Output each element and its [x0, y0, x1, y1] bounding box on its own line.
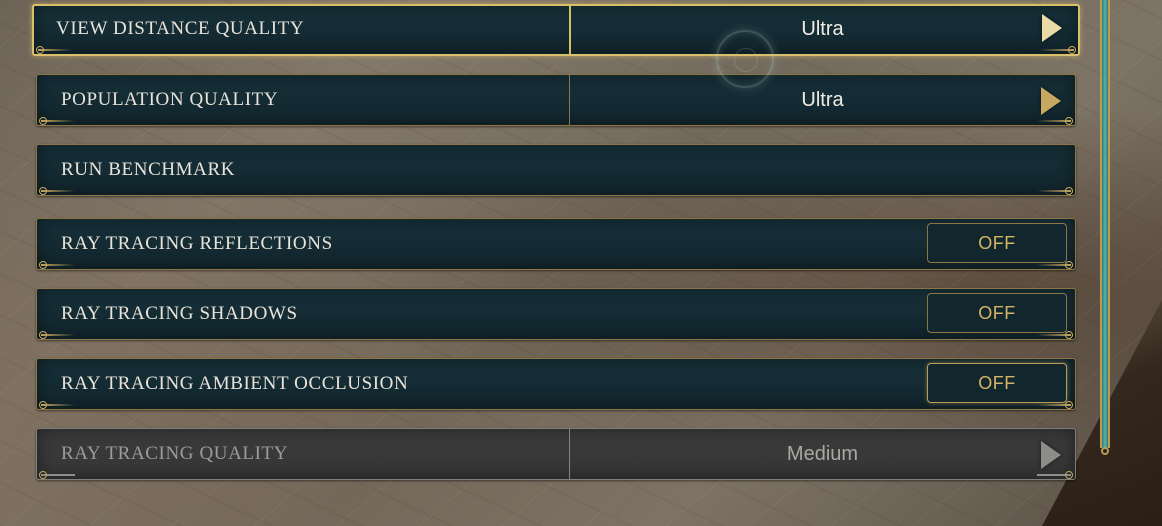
- setting-row-ray-tracing-quality: RAY TRACING QUALITY Medium: [36, 428, 1076, 480]
- toggle-switch[interactable]: OFF: [927, 223, 1067, 263]
- setting-row-ray-tracing-reflections[interactable]: RAY TRACING REFLECTIONS OFF: [36, 218, 1076, 270]
- chevron-right-icon[interactable]: [1041, 87, 1061, 115]
- ornament-right: [1037, 331, 1073, 339]
- scrollbar[interactable]: [1098, 0, 1112, 460]
- setting-label: RUN BENCHMARK: [61, 159, 236, 180]
- setting-row-ray-tracing-shadows[interactable]: RAY TRACING SHADOWS OFF: [36, 288, 1076, 340]
- setting-value: Ultra: [801, 18, 844, 40]
- ornament-left: [39, 187, 75, 195]
- setting-label: POPULATION QUALITY: [61, 89, 279, 110]
- setting-label: VIEW DISTANCE QUALITY: [56, 18, 305, 39]
- ornament-right: [1037, 471, 1073, 479]
- scrollbar-thumb[interactable]: [1100, 0, 1110, 448]
- setting-value: Ultra: [801, 89, 844, 111]
- ornament-right: [1037, 401, 1073, 409]
- setting-row-population-quality[interactable]: POPULATION QUALITY Ultra: [36, 74, 1076, 126]
- setting-row-ray-tracing-ambient-occlusion[interactable]: RAY TRACING AMBIENT OCCLUSION OFF: [36, 358, 1076, 410]
- ornament-right: [1037, 117, 1073, 125]
- setting-label: RAY TRACING SHADOWS: [61, 303, 298, 324]
- ornament-right: [1037, 261, 1073, 269]
- setting-label: RAY TRACING QUALITY: [61, 443, 289, 464]
- chevron-right-icon[interactable]: [1042, 14, 1062, 42]
- ornament-left: [39, 117, 75, 125]
- setting-label: RAY TRACING REFLECTIONS: [61, 233, 333, 254]
- setting-label: RAY TRACING AMBIENT OCCLUSION: [61, 373, 409, 394]
- ornament-left: [39, 401, 75, 409]
- ornament-right: [1037, 187, 1073, 195]
- ornament-left: [39, 331, 75, 339]
- cursor-ring-icon: [716, 30, 774, 88]
- ornament-right: [1040, 46, 1076, 54]
- ornament-left: [36, 46, 72, 54]
- chevron-right-icon: [1041, 441, 1061, 469]
- ornament-left: [39, 261, 75, 269]
- setting-value: Medium: [786, 443, 859, 465]
- run-benchmark-button[interactable]: RUN BENCHMARK: [36, 144, 1076, 196]
- toggle-switch[interactable]: OFF: [927, 363, 1067, 403]
- scrollbar-end-cap: [1101, 447, 1109, 455]
- setting-row-view-distance-quality[interactable]: VIEW DISTANCE QUALITY Ultra: [32, 4, 1080, 56]
- toggle-switch[interactable]: OFF: [927, 293, 1067, 333]
- ornament-left: [39, 471, 75, 479]
